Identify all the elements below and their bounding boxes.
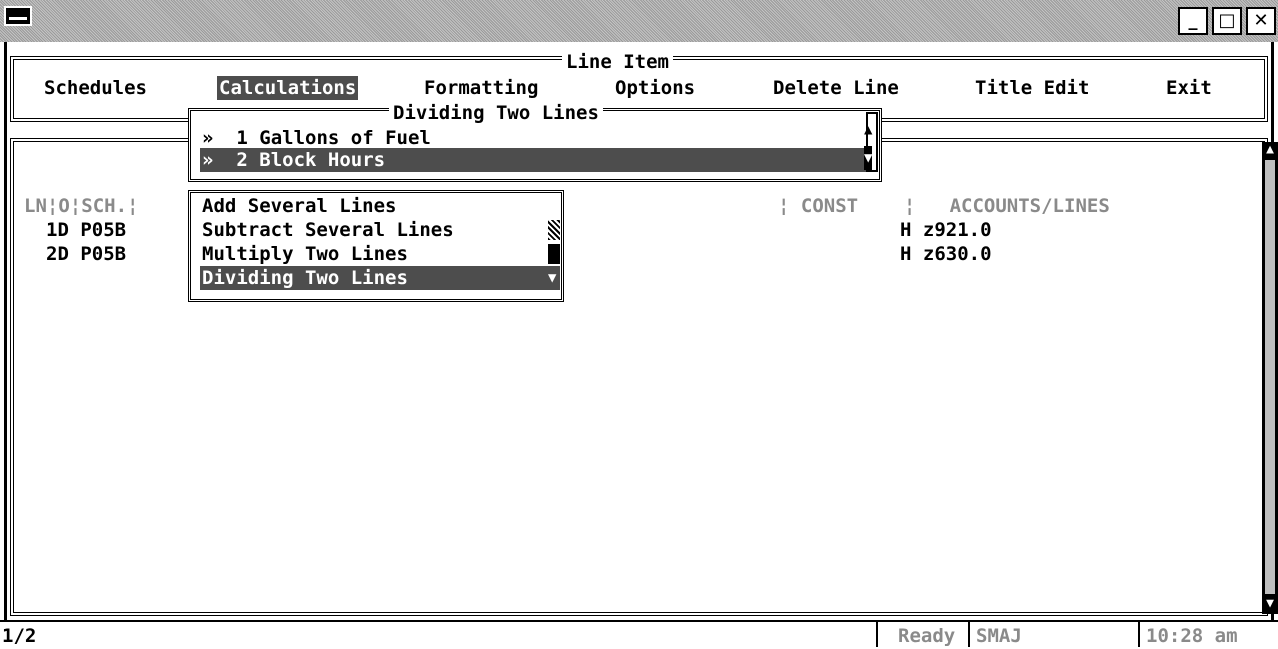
table-row[interactable]: 2D P05B — [46, 242, 126, 266]
item-marker-icon: » — [202, 149, 214, 171]
status-separator — [876, 622, 878, 647]
menu-delete-line[interactable]: Delete Line — [773, 76, 899, 100]
scrollbar-track[interactable] — [1265, 160, 1275, 594]
dropdown-scroll-down-icon[interactable]: ▼ — [548, 266, 556, 290]
maximize-button[interactable]: □ — [1212, 7, 1242, 35]
row-code: H — [900, 243, 912, 265]
header-o: O — [58, 195, 70, 217]
header-ln: LN — [24, 195, 47, 217]
scroll-down-arrow-icon[interactable]: ▼ — [1262, 596, 1278, 612]
menu-exit[interactable]: Exit — [1166, 76, 1212, 100]
row-o: D — [57, 219, 69, 241]
header-const: CONST — [800, 195, 859, 217]
popup-item[interactable]: » 1 Gallons of Fuel — [202, 126, 431, 150]
close-button[interactable]: ✕ — [1246, 7, 1276, 35]
table-header: LN¦O¦SCH.¦ — [24, 195, 139, 217]
status-separator — [968, 622, 970, 647]
row-account-wrap: H z921.0 — [900, 218, 992, 242]
menu-frame-title: Line Item — [562, 50, 673, 74]
row-code: H — [900, 219, 912, 241]
title-bar — [0, 0, 1278, 42]
status-user: SMAJ — [976, 625, 1022, 647]
row-o: D — [57, 243, 69, 265]
row-account-wrap: H z630.0 — [900, 242, 992, 266]
menu-options[interactable]: Options — [615, 76, 695, 100]
status-state: Ready — [898, 625, 956, 647]
row-account: z921.0 — [922, 219, 992, 241]
calc-item-subtract[interactable]: Subtract Several Lines — [202, 218, 454, 242]
item-label: Block Hours — [259, 149, 386, 171]
menu-schedules[interactable]: Schedules — [44, 76, 147, 100]
item-number: 1 — [236, 127, 248, 149]
table-row[interactable]: 1D P05B — [46, 218, 126, 242]
status-bar — [0, 620, 1278, 649]
header-accounts: ACCOUNTS/LINES — [949, 195, 1110, 217]
dropdown-scroll-thumb[interactable] — [548, 220, 560, 240]
status-position: 1/2 — [2, 625, 37, 647]
item-marker-icon: » — [202, 127, 214, 149]
popup-scroll-down-icon[interactable]: ▼ — [864, 146, 873, 170]
dropdown-scroll-track[interactable] — [548, 244, 560, 264]
popup-scroll-up-icon[interactable]: ▲ — [864, 118, 872, 142]
popup-title: Dividing Two Lines — [389, 101, 603, 125]
scroll-up-arrow-icon[interactable]: ▲ — [1262, 142, 1278, 158]
minimize-button[interactable]: _ — [1178, 7, 1208, 35]
app-icon[interactable] — [4, 6, 32, 26]
header-sch: SCH. — [81, 195, 128, 217]
status-time: 10:28 am — [1146, 625, 1238, 647]
menu-calculations[interactable]: Calculations — [217, 76, 359, 100]
row-sch: P05B — [80, 243, 127, 265]
row-ln: 1 — [46, 219, 58, 241]
header-const-wrap: ¦ CONST ¦ ACCOUNTS/LINES — [778, 195, 1110, 217]
popup-item-selected[interactable]: » 2 Block Hours — [200, 148, 868, 172]
calc-item-multiply[interactable]: Multiply Two Lines — [202, 242, 408, 266]
item-label: Gallons of Fuel — [259, 127, 431, 149]
item-number: 2 — [236, 149, 248, 171]
row-sch: P05B — [80, 219, 127, 241]
status-separator — [1138, 622, 1140, 647]
row-account: z630.0 — [922, 243, 992, 265]
calc-item-add[interactable]: Add Several Lines — [202, 194, 396, 218]
row-ln: 2 — [46, 243, 58, 265]
menu-title-edit[interactable]: Title Edit — [975, 76, 1089, 100]
calc-item-divide[interactable]: Dividing Two Lines — [200, 266, 560, 290]
menu-formatting[interactable]: Formatting — [424, 76, 538, 100]
